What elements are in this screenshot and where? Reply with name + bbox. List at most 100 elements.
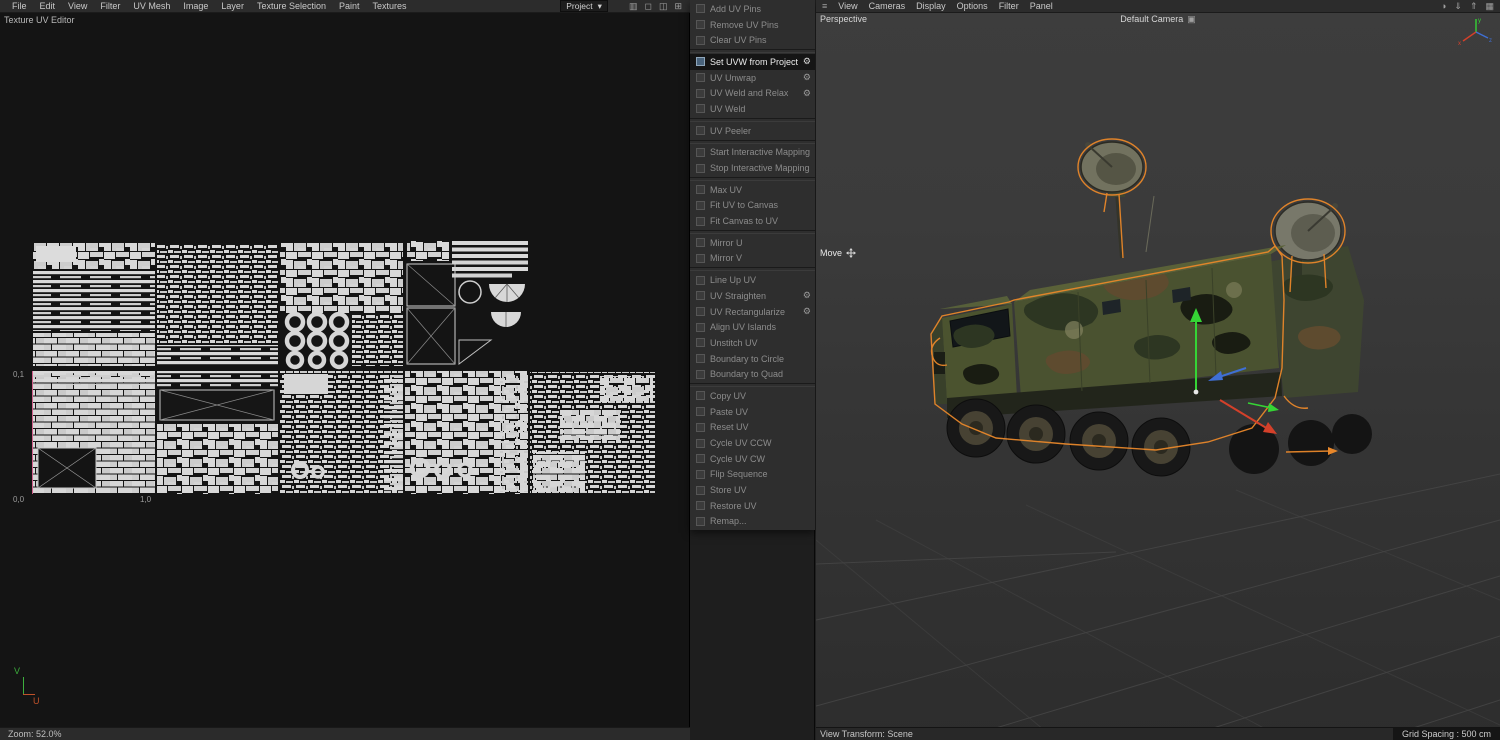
menu-layer[interactable]: Layer — [221, 1, 244, 11]
menu-item-flip-sequence[interactable]: Flip Sequence — [690, 467, 815, 483]
menu-edit[interactable]: Edit — [40, 1, 56, 11]
menu-item-cycle-uv-cw[interactable]: Cycle UV CW — [690, 451, 815, 467]
play-icon — [696, 147, 705, 157]
menu-item-label: Stop Interactive Mapping — [710, 163, 810, 174]
gear-icon[interactable]: ⚙ — [803, 290, 811, 301]
menu-item-uv-rectangularize[interactable]: UV Rectangularize ⚙ — [690, 304, 815, 320]
menu-item-remap[interactable]: Remap... — [690, 514, 815, 530]
gizmo-plane-arrowhead[interactable] — [1268, 403, 1279, 412]
menu-options[interactable]: Options — [957, 1, 988, 11]
menu-item-mirror-u[interactable]: Mirror U — [690, 235, 815, 251]
viewport-toolbar: ◑ ⇓ ⇑ ▦ — [1441, 1, 1500, 11]
layout-grid-icon[interactable]: ▦ — [1485, 1, 1494, 11]
menu-display[interactable]: Display — [916, 1, 946, 11]
scene-3d[interactable] — [816, 13, 1500, 740]
gear-icon[interactable]: ⚙ — [803, 306, 811, 317]
menu-item-fit-uv-to-canvas[interactable]: Fit UV to Canvas — [690, 198, 815, 214]
remap-icon — [696, 516, 705, 526]
menu-item-label: Flip Sequence — [710, 469, 768, 480]
menu-item-label: Add UV Pins — [710, 3, 762, 14]
gear-icon[interactable]: ⚙ — [803, 56, 811, 67]
view-transform-label: View Transform: Scene — [820, 729, 913, 739]
menu-item-label: Reset UV — [710, 422, 749, 433]
uv-axis-indicator: V U — [14, 666, 48, 710]
menu-texture-selection[interactable]: Texture Selection — [257, 1, 326, 11]
menu-item-start-interactive-mapping[interactable]: Start Interactive Mapping — [690, 145, 815, 161]
menu-item-store-uv[interactable]: Store UV — [690, 482, 815, 498]
menu-filter[interactable]: Filter — [100, 1, 120, 11]
menu-item-fit-canvas-to-uv[interactable]: Fit Canvas to UV — [690, 213, 815, 229]
menu-view[interactable]: View — [68, 1, 87, 11]
menu-item-uv-weld[interactable]: UV Weld — [690, 101, 815, 117]
menu-item-boundary-to-circle[interactable]: Boundary to Circle — [690, 351, 815, 367]
menu-item-uv-weld-and-relax[interactable]: UV Weld and Relax ⚙ — [690, 85, 815, 101]
menu-item-reset-uv[interactable]: Reset UV — [690, 420, 815, 436]
load-layout-icon[interactable]: ⇓ — [1454, 1, 1462, 11]
menu-item-set-uvw-from-projection[interactable]: Set UVW from Projection ⚙ — [690, 54, 815, 70]
project-dropdown[interactable]: Project ▾ — [560, 0, 608, 12]
menu-filter[interactable]: Filter — [999, 1, 1019, 11]
straighten-icon — [696, 291, 705, 301]
menu-item-uv-straighten[interactable]: UV Straighten ⚙ — [690, 288, 815, 304]
menu-item-copy-uv[interactable]: Copy UV — [690, 388, 815, 404]
hamburger-menu-icon[interactable]: ≡ — [822, 1, 827, 11]
gizmo-x-axis[interactable] — [1219, 399, 1269, 430]
save-layout-icon[interactable]: ⇑ — [1470, 1, 1478, 11]
uv-island-block-r1c4 — [406, 241, 528, 365]
menu-item-add-uv-pins[interactable]: Add UV Pins — [690, 1, 815, 17]
truck-model[interactable] — [930, 138, 1372, 477]
uv-island-block-r2c3 — [280, 371, 403, 494]
unstitch-icon — [696, 338, 705, 348]
menu-item-unstitch-uv[interactable]: Unstitch UV — [690, 335, 815, 351]
menu-file[interactable]: File — [12, 1, 27, 11]
menu-item-cycle-uv-ccw[interactable]: Cycle UV CCW — [690, 435, 815, 451]
menu-panel[interactable]: Panel — [1030, 1, 1053, 11]
camera-switch-icon[interactable]: ▣ — [1187, 14, 1196, 24]
menu-item-label: UV Unwrap — [710, 72, 757, 83]
menu-paint[interactable]: Paint — [339, 1, 360, 11]
camera-label-group[interactable]: Default Camera ▣ — [1120, 14, 1196, 24]
menu-view[interactable]: View — [838, 1, 857, 11]
menu-cameras[interactable]: Cameras — [869, 1, 906, 11]
menu-item-stop-interactive-mapping[interactable]: Stop Interactive Mapping — [690, 160, 815, 176]
boundary-circle-icon — [696, 354, 705, 364]
uv-label-0-1: 0,1 — [13, 370, 25, 379]
menu-item-label: Set UVW from Projection — [710, 56, 798, 67]
menu-item-clear-uv-pins[interactable]: Clear UV Pins — [690, 32, 815, 48]
grid-icon[interactable]: ⊞ — [674, 1, 682, 11]
zoom-level: Zoom: 52.0% — [8, 729, 62, 739]
gear-icon[interactable]: ⚙ — [803, 88, 811, 99]
gizmo-x-arrowhead[interactable] — [1263, 422, 1277, 434]
menu-item-remove-uv-pins[interactable]: Remove UV Pins — [690, 17, 815, 33]
menu-image[interactable]: Image — [183, 1, 208, 11]
menu-item-line-up-uv[interactable]: Line Up UV — [690, 272, 815, 288]
menu-item-align-uv-islands[interactable]: Align UV Islands — [690, 319, 815, 335]
menu-item-paste-uv[interactable]: Paste UV — [690, 404, 815, 420]
axis-y-label: y — [1478, 18, 1481, 24]
texture-uv-editor-panel: File Edit View Filter UV Mesh Image Laye… — [0, 0, 690, 740]
weld-relax-icon — [696, 88, 705, 98]
menu-textures[interactable]: Textures — [373, 1, 407, 11]
lock-icon[interactable]: ◻ — [644, 1, 651, 11]
menu-item-uv-unwrap[interactable]: UV Unwrap ⚙ — [690, 70, 815, 86]
compare-panels-icon[interactable]: ◫ — [659, 1, 668, 11]
uv-island-block-r2c2 — [157, 371, 278, 494]
menu-item-uv-peeler[interactable]: UV Peeler — [690, 123, 815, 139]
uv-canvas[interactable] — [0, 0, 690, 740]
gear-icon[interactable]: ⚙ — [803, 72, 811, 83]
histogram-icon[interactable]: ▥ — [629, 1, 638, 11]
menu-item-max-uv[interactable]: Max UV — [690, 182, 815, 198]
gizmo-center[interactable] — [1193, 389, 1199, 395]
menu-item-label: Cycle UV CW — [710, 453, 766, 464]
perspective-viewport[interactable]: ≡ View Cameras Display Options Filter Pa… — [816, 0, 1500, 740]
rotate-ccw-icon — [696, 438, 705, 448]
menu-item-label: Remap... — [710, 516, 747, 527]
color-profile-icon[interactable]: ◑ — [1441, 1, 1446, 11]
menu-uv-mesh[interactable]: UV Mesh — [133, 1, 170, 11]
copy-icon — [696, 391, 705, 401]
rectangularize-icon — [696, 307, 705, 317]
menu-item-mirror-v[interactable]: Mirror V — [690, 251, 815, 267]
rotate-cw-icon — [696, 454, 705, 464]
menu-item-restore-uv[interactable]: Restore UV — [690, 498, 815, 514]
menu-item-boundary-to-quad[interactable]: Boundary to Quad — [690, 366, 815, 382]
